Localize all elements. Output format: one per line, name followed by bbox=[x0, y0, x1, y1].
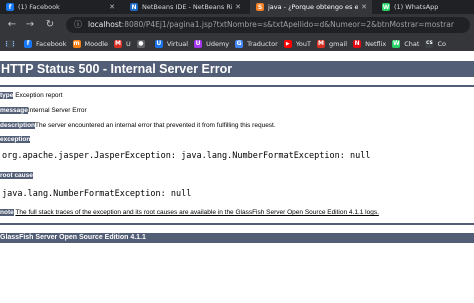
url-path: :8080/P4Ej1/pagina1.jsp?txtNombre=s&txtA… bbox=[121, 20, 454, 29]
description-row: descriptionThe server encountered an int… bbox=[0, 121, 276, 130]
close-icon[interactable]: ✕ bbox=[235, 3, 241, 11]
stackoverflow-icon: S bbox=[256, 3, 264, 11]
tab-label: NetBeans IDE - NetBeans Rich bbox=[142, 3, 233, 11]
bookmark-traductor[interactable]: G Traductor bbox=[235, 39, 278, 48]
cs-icon: CS bbox=[425, 39, 434, 48]
bookmark-label: Chat bbox=[404, 39, 420, 48]
message-row: messageInternal Server Error bbox=[0, 106, 87, 115]
tab-stackoverflow[interactable]: S java - ¿Porque obtengo es error ✕ bbox=[250, 0, 372, 14]
bookmark-u[interactable]: M U bbox=[114, 39, 131, 48]
globe-icon: ● bbox=[136, 39, 145, 48]
back-arrow-icon[interactable]: ← bbox=[6, 19, 18, 31]
bookmark-label: Facebook bbox=[36, 39, 67, 48]
type-row: type Exception report bbox=[0, 91, 63, 100]
type-label: type bbox=[0, 92, 14, 99]
bookmark-label: Co bbox=[437, 39, 446, 48]
page-title: HTTP Status 500 - Internal Server Error bbox=[0, 61, 474, 77]
reload-icon[interactable]: ↻ bbox=[44, 19, 56, 31]
tab-whatsapp[interactable]: W (1) WhatsApp bbox=[376, 0, 474, 14]
forward-arrow-icon[interactable]: → bbox=[24, 19, 36, 31]
bookmark-label: U bbox=[126, 39, 131, 48]
bookmarks-bar: ⋮⋮ f Facebook m Moodle M U ● U Virtual U… bbox=[0, 36, 474, 51]
bookmark-label: Moodle bbox=[84, 39, 109, 48]
exception-label: exception bbox=[0, 136, 31, 143]
info-icon[interactable]: ⓘ bbox=[74, 20, 82, 30]
message-value: Internal Server Error bbox=[27, 107, 87, 114]
note-value: The full stack traces of the exception a… bbox=[15, 209, 379, 216]
tab-strip: f (1) Facebook ✕ N NetBeans IDE - NetBea… bbox=[0, 0, 474, 14]
tab-label: (1) Facebook bbox=[18, 3, 60, 11]
bookmark-label: Udemy bbox=[206, 39, 230, 48]
udemy-icon: U bbox=[194, 39, 203, 48]
bookmark-netflix[interactable]: N Netflix bbox=[353, 39, 387, 48]
url-text[interactable]: localhost:8080/P4Ej1/pagina1.jsp?txtNomb… bbox=[88, 19, 454, 31]
bookmark-globe[interactable]: ● bbox=[136, 39, 149, 48]
bookmark-youtube[interactable]: ▶ YouT bbox=[283, 39, 312, 48]
exception-row: exception bbox=[0, 135, 31, 144]
root-cause-value: java.lang.NumberFormatException: null bbox=[2, 189, 192, 199]
gmail-icon: M bbox=[317, 39, 326, 48]
browser-toolbar: ← → ↻ ⓘ localhost:8080/P4Ej1/pagina1.jsp… bbox=[0, 14, 474, 36]
description-value: The server encountered an internal error… bbox=[35, 122, 276, 129]
description-label: description bbox=[0, 122, 36, 129]
youtube-icon: ▶ bbox=[283, 39, 292, 48]
bookmark-virtual[interactable]: U Virtual bbox=[154, 39, 189, 48]
divider bbox=[0, 223, 474, 225]
error-page: HTTP Status 500 - Internal Server Error … bbox=[0, 51, 474, 303]
root-cause-label: root cause bbox=[0, 172, 33, 179]
bookmark-label: Virtual bbox=[166, 39, 189, 48]
bookmark-label: Traductor bbox=[247, 39, 278, 48]
server-footer: GlassFish Server Open Source Edition 4.1… bbox=[0, 233, 474, 243]
facebook-icon: f bbox=[6, 3, 14, 11]
tab-label: java - ¿Porque obtengo es error bbox=[268, 3, 359, 11]
bookmark-chat[interactable]: W Chat bbox=[392, 39, 420, 48]
virtual-icon: U bbox=[154, 39, 163, 48]
note-label: note bbox=[0, 209, 14, 216]
divider bbox=[0, 85, 474, 87]
apps-grid-icon: ⋮⋮ bbox=[3, 39, 17, 48]
translate-icon: G bbox=[235, 39, 244, 48]
whatsapp-icon: W bbox=[392, 39, 401, 48]
moodle-icon: m bbox=[72, 39, 81, 48]
tab-label: (1) WhatsApp bbox=[394, 3, 439, 11]
bookmark-moodle[interactable]: m Moodle bbox=[72, 39, 109, 48]
close-icon[interactable]: ✕ bbox=[361, 3, 367, 11]
netbeans-icon: N bbox=[130, 3, 138, 11]
bookmark-apps[interactable]: ⋮⋮ bbox=[3, 39, 18, 48]
tab-facebook[interactable]: f (1) Facebook ✕ bbox=[0, 0, 120, 14]
bookmark-gmail[interactable]: M gmail bbox=[317, 39, 348, 48]
netflix-icon: N bbox=[353, 39, 362, 48]
bookmark-facebook[interactable]: f Facebook bbox=[24, 39, 67, 48]
bookmark-udemy[interactable]: U Udemy bbox=[194, 39, 230, 48]
root-cause-row: root cause bbox=[0, 171, 33, 180]
message-label: message bbox=[0, 107, 28, 114]
gmail-icon: M bbox=[114, 39, 123, 48]
type-value: Exception report bbox=[15, 92, 63, 99]
exception-value: org.apache.jasper.JasperException: java.… bbox=[2, 151, 371, 161]
bookmark-label: gmail bbox=[329, 39, 348, 48]
tab-netbeans[interactable]: N NetBeans IDE - NetBeans Rich ✕ bbox=[124, 0, 246, 14]
bookmark-label: Netflix bbox=[365, 39, 387, 48]
bookmark-label: YouT bbox=[295, 39, 312, 48]
note-row: note The full stack traces of the except… bbox=[0, 208, 379, 217]
facebook-icon: f bbox=[24, 39, 32, 48]
url-host: localhost bbox=[88, 20, 122, 29]
address-bar[interactable]: ⓘ localhost:8080/P4Ej1/pagina1.jsp?txtNo… bbox=[66, 17, 470, 33]
bookmark-co[interactable]: CS Co bbox=[425, 39, 446, 48]
close-icon[interactable]: ✕ bbox=[109, 3, 115, 11]
whatsapp-icon: W bbox=[382, 3, 390, 11]
